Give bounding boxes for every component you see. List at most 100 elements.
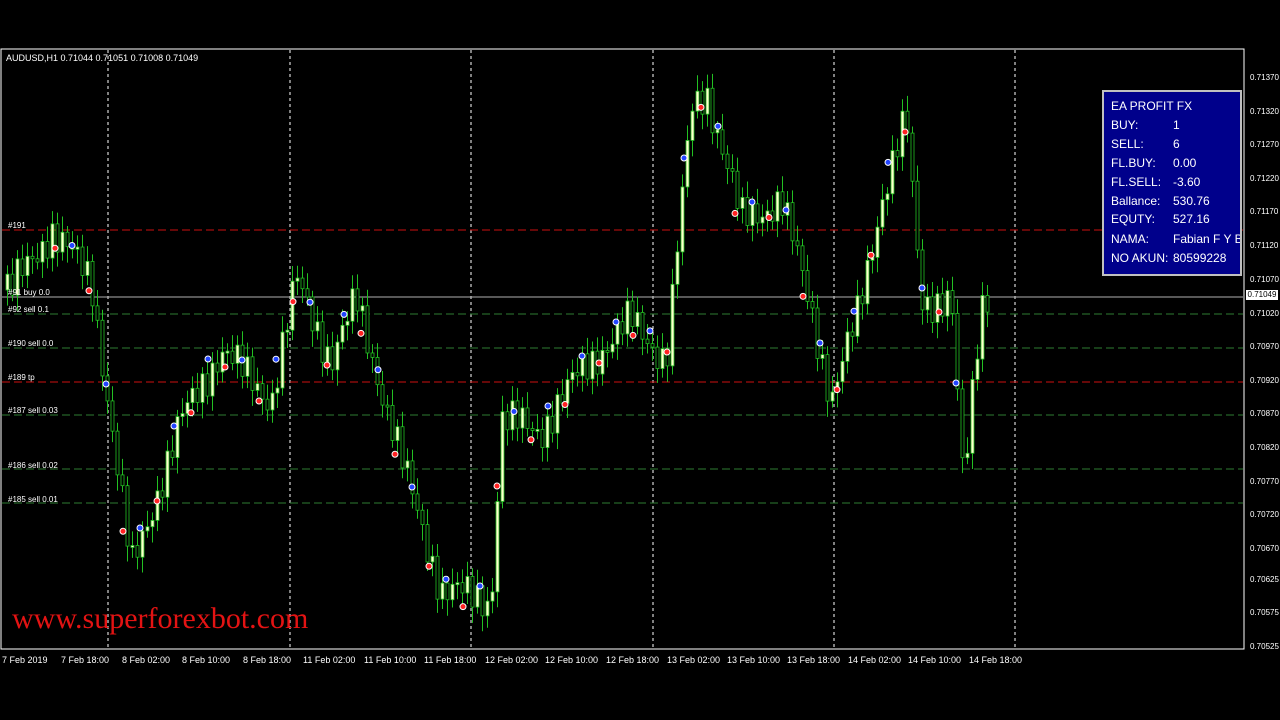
- candle-body: [590, 350, 595, 380]
- sell-marker: [663, 348, 671, 356]
- candle-body: [795, 240, 800, 247]
- buy-marker: [102, 380, 110, 388]
- sell-marker: [391, 450, 399, 458]
- candle-body: [975, 358, 980, 380]
- chart-window[interactable]: AUDUSD,H1 0.71044 0.71051 0.71008 0.7104…: [0, 0, 1280, 720]
- sell-marker: [357, 329, 365, 337]
- buy-marker: [850, 307, 858, 315]
- ea-row-name: NAMA: Fabian F Y B: [1111, 232, 1240, 246]
- candle-body: [135, 545, 140, 558]
- candle-body: [565, 379, 570, 404]
- candle-body: [270, 392, 275, 411]
- sell-marker: [425, 562, 433, 570]
- price-tick: 0.70670: [1250, 544, 1279, 553]
- candle-body: [305, 288, 310, 298]
- candle-body: [215, 362, 220, 373]
- sell-marker: [697, 103, 705, 111]
- candle-body: [360, 305, 365, 312]
- buy-marker: [816, 339, 824, 347]
- sell-marker: [255, 397, 263, 405]
- candle-body: [960, 388, 965, 459]
- buy-marker: [272, 355, 280, 363]
- sell-marker: [833, 386, 841, 394]
- candle-body: [810, 301, 815, 309]
- candle-body: [545, 415, 550, 449]
- candle-body: [150, 520, 155, 528]
- buy-marker: [646, 327, 654, 335]
- candle-body: [485, 600, 490, 617]
- buy-marker: [408, 483, 416, 491]
- order-label: #191: [8, 221, 26, 230]
- candle-body: [930, 296, 935, 323]
- sell-marker: [221, 363, 229, 371]
- candle-body: [435, 555, 440, 600]
- candle-body: [575, 372, 580, 377]
- time-tick: 14 Feb 10:00: [908, 655, 962, 665]
- candle-body: [635, 312, 640, 328]
- candle-body: [690, 110, 695, 141]
- candle-body: [125, 485, 130, 547]
- sell-marker: [289, 298, 297, 306]
- candle-body: [160, 490, 165, 498]
- ea-row-value: 527.16: [1173, 212, 1210, 226]
- sell-marker: [323, 361, 331, 369]
- website-watermark: www.superforexbot.com: [12, 602, 309, 635]
- symbol-info: AUDUSD,H1 0.71044 0.71051 0.71008 0.7104…: [6, 53, 199, 63]
- sell-marker: [85, 287, 93, 295]
- candle-body: [120, 474, 125, 487]
- candle-body: [760, 216, 765, 224]
- candle-body: [850, 331, 855, 337]
- time-tick: 14 Feb 18:00: [969, 655, 1023, 665]
- order-label: #185 sell 0.01: [8, 495, 58, 504]
- buy-marker: [238, 356, 246, 364]
- candle-body: [170, 450, 175, 458]
- candle-body: [985, 295, 990, 313]
- candle-body: [165, 450, 170, 498]
- buy-marker: [170, 422, 178, 430]
- candle-body: [550, 415, 555, 434]
- candle-body: [915, 180, 920, 251]
- sell-marker: [187, 409, 195, 417]
- buy-marker: [442, 575, 450, 583]
- price-tick: 0.70525: [1250, 642, 1279, 651]
- candle-body: [45, 241, 50, 259]
- time-tick: 8 Feb 02:00: [122, 655, 171, 665]
- candle-body: [40, 241, 45, 263]
- price-tick: 0.71170: [1250, 207, 1279, 216]
- buy-marker: [340, 310, 348, 318]
- candle-body: [515, 400, 520, 429]
- time-tick: 14 Feb 02:00: [848, 655, 902, 665]
- candle-body: [800, 245, 805, 272]
- buy-marker: [680, 154, 688, 162]
- order-label: #187 sell 0.03: [8, 406, 58, 415]
- candle-body: [110, 400, 115, 432]
- sell-marker: [901, 128, 909, 136]
- sell-marker: [935, 308, 943, 316]
- candle-body: [510, 400, 515, 431]
- price-tick: 0.71220: [1250, 174, 1279, 183]
- candle-body: [865, 259, 870, 305]
- candle-body: [460, 582, 465, 594]
- candle-body: [840, 360, 845, 383]
- candle-body: [750, 203, 755, 226]
- candle-body: [330, 346, 335, 371]
- price-tick: 0.71120: [1250, 241, 1279, 250]
- sell-marker: [527, 436, 535, 444]
- candle-body: [285, 329, 290, 333]
- candle-body: [505, 411, 510, 431]
- price-tick: 0.70625: [1250, 575, 1279, 584]
- candle-body: [80, 246, 85, 276]
- candle-body: [115, 430, 120, 476]
- candle-body: [685, 140, 690, 188]
- buy-marker: [918, 284, 926, 292]
- time-tick: 11 Feb 02:00: [303, 655, 356, 665]
- candle-body: [30, 255, 35, 260]
- sell-marker: [51, 244, 59, 252]
- candle-body: [400, 426, 405, 469]
- candle-body: [970, 379, 975, 454]
- time-tick: 12 Feb 02:00: [485, 655, 539, 665]
- candle-body: [20, 258, 25, 277]
- buy-marker: [544, 402, 552, 410]
- candle-body: [555, 394, 560, 434]
- order-label: #92 sell 0.1: [8, 305, 49, 314]
